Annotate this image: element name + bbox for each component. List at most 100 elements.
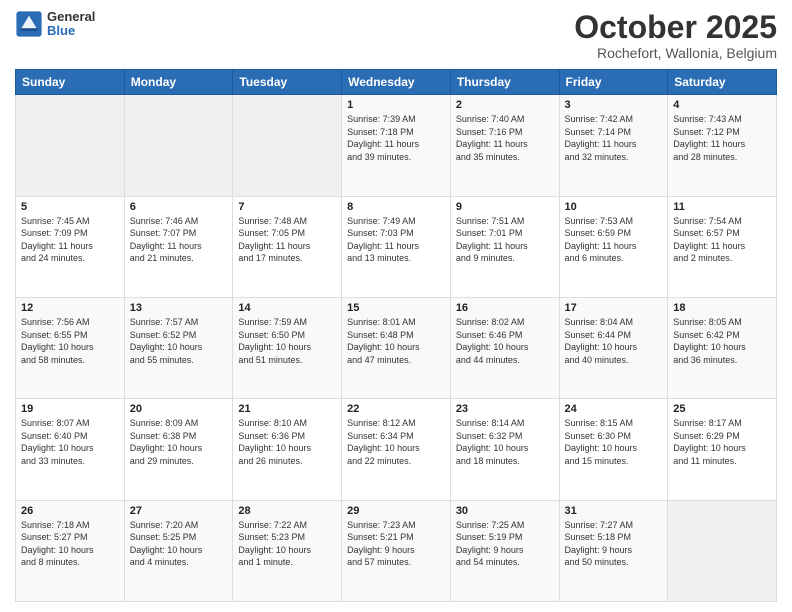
day-number: 31: [565, 505, 663, 517]
calendar-cell: 15 Sunrise: 8:01 AM Sunset: 6:48 PM Dayli…: [342, 297, 451, 398]
calendar-cell: 7Sunrise: 7:48 AM Sunset: 7:05 PM Daylig…: [233, 196, 342, 297]
day-number: 27: [130, 505, 228, 517]
day-number: 28: [238, 505, 336, 517]
logo-general: General: [47, 10, 95, 24]
day-info: Sunrise: 7:51 AM Sunset: 7:01 PM Dayligh…: [456, 215, 554, 265]
day-info: Sunrise: 7:27 AM Sunset: 5:18 PM Dayligh…: [565, 519, 663, 569]
day-info: Sunrise: 8:15 AM Sunset: 6:30 PM Dayligh…: [565, 417, 663, 467]
day-info: Sunrise: 7:43 AM Sunset: 7:12 PM Dayligh…: [673, 113, 771, 163]
calendar-cell: 9 Sunrise: 7:51 AM Sunset: 7:01 PM Daylig…: [450, 196, 559, 297]
calendar-cell: 24 Sunrise: 8:15 AM Sunset: 6:30 PM Dayli…: [559, 399, 668, 500]
day-number: 10: [565, 201, 663, 213]
day-info: Sunrise: 7:56 AM Sunset: 6:55 PM Dayligh…: [21, 316, 119, 366]
calendar-cell: 6 Sunrise: 7:46 AM Sunset: 7:07 PM Daylig…: [124, 196, 233, 297]
calendar-cell: 31 Sunrise: 7:27 AM Sunset: 5:18 PM Dayli…: [559, 500, 668, 601]
calendar-cell: 4 Sunrise: 7:43 AM Sunset: 7:12 PM Daylig…: [668, 95, 777, 196]
calendar-cell: 12 Sunrise: 7:56 AM Sunset: 6:55 PM Dayli…: [16, 297, 125, 398]
day-info: Sunrise: 8:07 AM Sunset: 6:40 PM Dayligh…: [21, 417, 119, 467]
day-number: 11: [673, 201, 771, 213]
day-number: 19: [21, 403, 119, 415]
calendar-week-row: 26 Sunrise: 7:18 AM Sunset: 5:27 PM Dayli…: [16, 500, 777, 601]
calendar-week-row: 12 Sunrise: 7:56 AM Sunset: 6:55 PM Dayli…: [16, 297, 777, 398]
day-number: 13: [130, 302, 228, 314]
day-info: Sunrise: 8:09 AM Sunset: 6:38 PM Dayligh…: [130, 417, 228, 467]
calendar-week-row: 1 Sunrise: 7:39 AM Sunset: 7:18 PM Daylig…: [16, 95, 777, 196]
weekday-header: Tuesday: [233, 70, 342, 95]
calendar-cell: 13 Sunrise: 7:57 AM Sunset: 6:52 PM Dayli…: [124, 297, 233, 398]
day-info: Sunrise: 8:14 AM Sunset: 6:32 PM Dayligh…: [456, 417, 554, 467]
day-info: Sunrise: 7:59 AM Sunset: 6:50 PM Dayligh…: [238, 316, 336, 366]
calendar-cell: 1 Sunrise: 7:39 AM Sunset: 7:18 PM Daylig…: [342, 95, 451, 196]
day-number: 30: [456, 505, 554, 517]
day-number: 12: [21, 302, 119, 314]
day-number: 1: [347, 99, 445, 111]
calendar-cell: [16, 95, 125, 196]
day-info: Sunrise: 7:22 AM Sunset: 5:23 PM Dayligh…: [238, 519, 336, 569]
calendar-cell: [233, 95, 342, 196]
day-number: 2: [456, 99, 554, 111]
calendar-cell: 26 Sunrise: 7:18 AM Sunset: 5:27 PM Dayli…: [16, 500, 125, 601]
day-number: 5: [21, 201, 119, 213]
day-info: Sunrise: 7:57 AM Sunset: 6:52 PM Dayligh…: [130, 316, 228, 366]
day-number: 16: [456, 302, 554, 314]
calendar-cell: 11 Sunrise: 7:54 AM Sunset: 6:57 PM Dayli…: [668, 196, 777, 297]
day-info: Sunrise: 8:01 AM Sunset: 6:48 PM Dayligh…: [347, 316, 445, 366]
day-info: Sunrise: 8:02 AM Sunset: 6:46 PM Dayligh…: [456, 316, 554, 366]
day-info: Sunrise: 7:54 AM Sunset: 6:57 PM Dayligh…: [673, 215, 771, 265]
day-info: Sunrise: 7:45 AM Sunset: 7:09 PM Dayligh…: [21, 215, 119, 265]
calendar-cell: 19 Sunrise: 8:07 AM Sunset: 6:40 PM Dayli…: [16, 399, 125, 500]
day-info: Sunrise: 7:25 AM Sunset: 5:19 PM Dayligh…: [456, 519, 554, 569]
day-info: Sunrise: 7:20 AM Sunset: 5:25 PM Dayligh…: [130, 519, 228, 569]
calendar-cell: 25 Sunrise: 8:17 AM Sunset: 6:29 PM Dayli…: [668, 399, 777, 500]
weekday-header: Wednesday: [342, 70, 451, 95]
day-number: 7: [238, 201, 336, 213]
day-number: 9: [456, 201, 554, 213]
calendar-cell: 22Sunrise: 8:12 AM Sunset: 6:34 PM Dayli…: [342, 399, 451, 500]
calendar-header-row: SundayMondayTuesdayWednesdayThursdayFrid…: [16, 70, 777, 95]
calendar-week-row: 19 Sunrise: 8:07 AM Sunset: 6:40 PM Dayli…: [16, 399, 777, 500]
day-info: Sunrise: 7:46 AM Sunset: 7:07 PM Dayligh…: [130, 215, 228, 265]
calendar-cell: 14 Sunrise: 7:59 AM Sunset: 6:50 PM Dayli…: [233, 297, 342, 398]
weekday-header: Friday: [559, 70, 668, 95]
calendar-cell: 29 Sunrise: 7:23 AM Sunset: 5:21 PM Dayli…: [342, 500, 451, 601]
month-title: October 2025: [574, 10, 777, 45]
day-info: Sunrise: 8:12 AM Sunset: 6:34 PM Dayligh…: [347, 417, 445, 467]
calendar-week-row: 5 Sunrise: 7:45 AM Sunset: 7:09 PM Daylig…: [16, 196, 777, 297]
day-number: 6: [130, 201, 228, 213]
weekday-header: Sunday: [16, 70, 125, 95]
day-info: Sunrise: 7:42 AM Sunset: 7:14 PM Dayligh…: [565, 113, 663, 163]
day-number: 26: [21, 505, 119, 517]
calendar-cell: 16 Sunrise: 8:02 AM Sunset: 6:46 PM Dayli…: [450, 297, 559, 398]
calendar-cell: 17Sunrise: 8:04 AM Sunset: 6:44 PM Dayli…: [559, 297, 668, 398]
calendar-cell: [124, 95, 233, 196]
weekday-header: Saturday: [668, 70, 777, 95]
day-info: Sunrise: 7:18 AM Sunset: 5:27 PM Dayligh…: [21, 519, 119, 569]
logo-text: General Blue: [47, 10, 95, 39]
day-info: Sunrise: 7:39 AM Sunset: 7:18 PM Dayligh…: [347, 113, 445, 163]
day-number: 15: [347, 302, 445, 314]
day-info: Sunrise: 8:17 AM Sunset: 6:29 PM Dayligh…: [673, 417, 771, 467]
calendar-cell: 8Sunrise: 7:49 AM Sunset: 7:03 PM Daylig…: [342, 196, 451, 297]
day-info: Sunrise: 7:40 AM Sunset: 7:16 PM Dayligh…: [456, 113, 554, 163]
logo-icon: [15, 10, 43, 38]
calendar-cell: 21 Sunrise: 8:10 AM Sunset: 6:36 PM Dayli…: [233, 399, 342, 500]
day-number: 4: [673, 99, 771, 111]
day-info: Sunrise: 7:23 AM Sunset: 5:21 PM Dayligh…: [347, 519, 445, 569]
calendar-cell: 28 Sunrise: 7:22 AM Sunset: 5:23 PM Dayli…: [233, 500, 342, 601]
day-number: 14: [238, 302, 336, 314]
day-number: 3: [565, 99, 663, 111]
weekday-header: Monday: [124, 70, 233, 95]
calendar-cell: 2 Sunrise: 7:40 AM Sunset: 7:16 PM Daylig…: [450, 95, 559, 196]
calendar-cell: 20 Sunrise: 8:09 AM Sunset: 6:38 PM Dayli…: [124, 399, 233, 500]
day-number: 21: [238, 403, 336, 415]
day-number: 18: [673, 302, 771, 314]
page-header: General Blue October 2025 Rochefort, Wal…: [15, 10, 777, 61]
day-number: 25: [673, 403, 771, 415]
day-number: 20: [130, 403, 228, 415]
day-number: 29: [347, 505, 445, 517]
day-number: 17: [565, 302, 663, 314]
calendar-cell: 27 Sunrise: 7:20 AM Sunset: 5:25 PM Dayli…: [124, 500, 233, 601]
calendar-cell: 23Sunrise: 8:14 AM Sunset: 6:32 PM Dayli…: [450, 399, 559, 500]
day-number: 24: [565, 403, 663, 415]
day-info: Sunrise: 8:10 AM Sunset: 6:36 PM Dayligh…: [238, 417, 336, 467]
